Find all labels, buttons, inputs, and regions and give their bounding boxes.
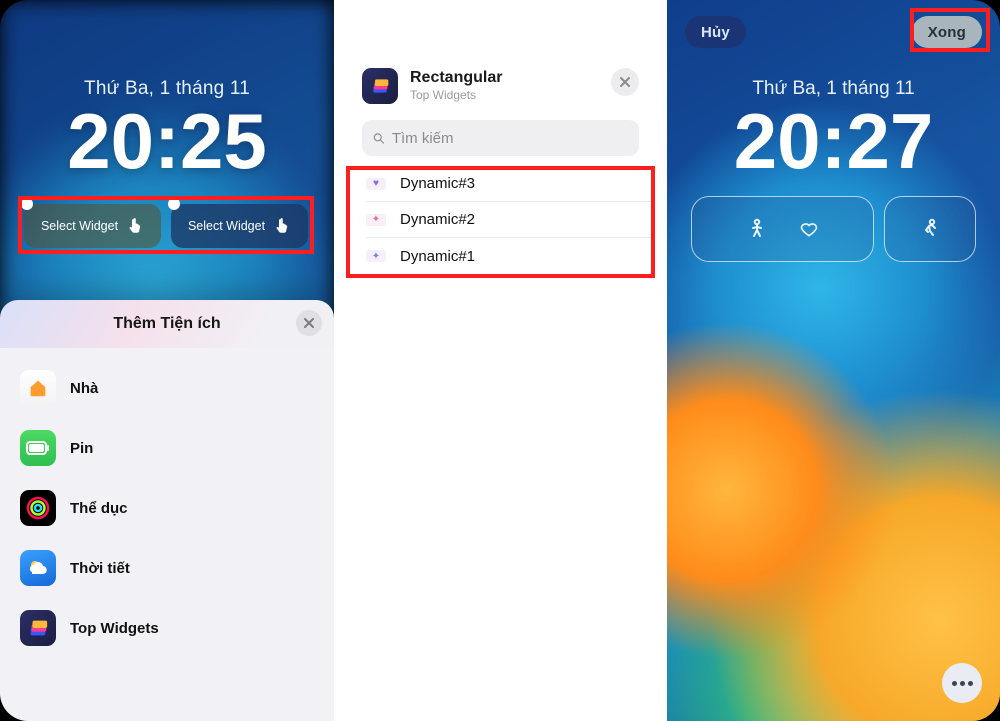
search-field[interactable] bbox=[362, 120, 639, 156]
widget-slot-large[interactable] bbox=[691, 196, 874, 262]
widget-slot-small[interactable] bbox=[884, 196, 976, 262]
weather-app-icon bbox=[20, 550, 56, 586]
annotation-highlight-widgets bbox=[18, 196, 314, 254]
search-icon bbox=[372, 131, 386, 146]
list-item-home[interactable]: Nhà bbox=[0, 358, 334, 418]
list-item-label: Top Widgets bbox=[70, 620, 159, 637]
close-icon bbox=[619, 76, 631, 88]
topwidgets-app-icon bbox=[20, 610, 56, 646]
card-header: Rectangular Top Widgets bbox=[346, 52, 655, 116]
sheet-header: Thêm Tiện ích bbox=[0, 300, 334, 348]
lockscreen-time: 20:25 bbox=[0, 96, 334, 187]
heart-icon bbox=[799, 219, 819, 239]
battery-app-icon bbox=[20, 430, 56, 466]
lockscreen-time: 20:27 bbox=[667, 96, 1000, 187]
screen-1: Thứ Ba, 1 tháng 11 20:25 Select Widget S… bbox=[0, 0, 334, 721]
topwidgets-app-icon bbox=[362, 68, 398, 104]
list-item-fitness[interactable]: Thể dục bbox=[0, 478, 334, 538]
list-item-label: Thời tiết bbox=[70, 560, 130, 577]
home-app-icon bbox=[20, 370, 56, 406]
widget-slot-row bbox=[691, 196, 976, 262]
dot-icon bbox=[960, 681, 965, 686]
list-item-topwidgets[interactable]: Top Widgets bbox=[0, 598, 334, 658]
widget-picker-card: Rectangular Top Widgets ♥ Dynamic#3 ✦ Dy… bbox=[346, 52, 655, 721]
app-widget-list: Nhà Pin Thể dục Thời tiết bbox=[0, 348, 334, 658]
list-item-weather[interactable]: Thời tiết bbox=[0, 538, 334, 598]
list-item-label: Thể dục bbox=[70, 500, 128, 517]
annotation-highlight-list bbox=[346, 166, 655, 278]
add-widget-sheet: Thêm Tiện ích Nhà Pin bbox=[0, 300, 334, 721]
annotation-highlight-done bbox=[910, 8, 990, 52]
sheet-title: Thêm Tiện ích bbox=[0, 315, 334, 333]
close-button[interactable] bbox=[296, 310, 322, 336]
card-title: Rectangular bbox=[410, 68, 599, 87]
search-input[interactable] bbox=[392, 130, 629, 147]
close-button[interactable] bbox=[611, 68, 639, 96]
list-item-label: Nhà bbox=[70, 380, 98, 397]
screen-2: Rectangular Top Widgets ♥ Dynamic#3 ✦ Dy… bbox=[334, 0, 667, 721]
list-item-battery[interactable]: Pin bbox=[0, 418, 334, 478]
more-button[interactable] bbox=[942, 663, 982, 703]
card-subtitle: Top Widgets bbox=[410, 88, 599, 102]
dot-icon bbox=[968, 681, 973, 686]
screen-3: Hủy Xong Thứ Ba, 1 tháng 11 20:27 bbox=[667, 0, 1000, 721]
list-item-label: Pin bbox=[70, 440, 93, 457]
close-icon bbox=[303, 317, 315, 329]
dot-icon bbox=[952, 681, 957, 686]
cancel-button[interactable]: Hủy bbox=[685, 16, 746, 48]
person-icon bbox=[745, 217, 769, 241]
fitness-app-icon bbox=[20, 490, 56, 526]
person-running-icon bbox=[918, 217, 942, 241]
